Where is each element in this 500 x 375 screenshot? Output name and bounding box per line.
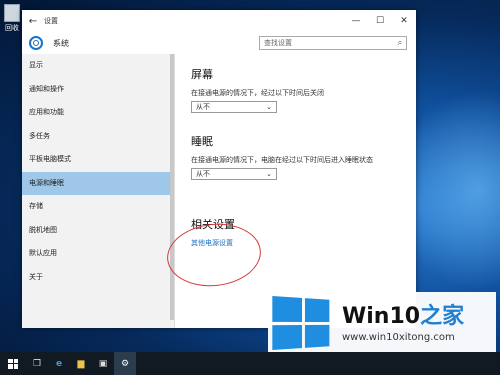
start-button[interactable] — [0, 352, 26, 375]
search-input[interactable]: 查找设置 ⌕ — [259, 36, 407, 50]
taskbar: ❐ e ▆ ▣ ⚙ — [0, 352, 500, 375]
window-title: 设置 — [44, 17, 58, 25]
page-title: 系统 — [53, 38, 69, 48]
recycle-bin-desktop-icon[interactable]: 回收 — [2, 4, 22, 33]
sidebar-item-power-sleep[interactable]: 电源和睡眠 — [22, 171, 174, 195]
sidebar-item-storage[interactable]: 存储 — [22, 195, 174, 219]
search-placeholder: 查找设置 — [264, 39, 292, 47]
file-explorer-icon[interactable]: ▆ — [70, 352, 92, 375]
main-content: 屏幕 在接通电源的情况下，经过以下时间后关闭 从不 ⌄ 睡眠 在接通电源的情况下… — [164, 54, 416, 328]
brand-url: www.win10xitong.com — [342, 331, 455, 343]
window-body: 显示 通知和操作 应用和功能 多任务 平板电脑模式 电源和睡眠 存储 脱机地图 … — [22, 54, 416, 328]
settings-window: ← 设置 — ☐ ✕ 系统 查找设置 ⌕ 显示 通知和操作 应用和功能 多任务 … — [22, 10, 416, 328]
sidebar-scrollbar[interactable] — [170, 54, 174, 320]
sidebar-item-multitasking[interactable]: 多任务 — [22, 125, 174, 149]
maximize-button[interactable]: ☐ — [368, 16, 392, 26]
sidebar-item-default-apps[interactable]: 默认应用 — [22, 242, 174, 266]
sleep-timeout-value: 从不 — [196, 170, 210, 178]
sidebar-item-tablet-mode[interactable]: 平板电脑模式 — [22, 148, 174, 172]
screen-timeout-value: 从不 — [196, 103, 210, 111]
sidebar-item-about[interactable]: 关于 — [22, 266, 174, 290]
edge-icon[interactable]: e — [48, 352, 70, 375]
task-view-icon[interactable]: ❐ — [26, 352, 48, 375]
sidebar-item-apps[interactable]: 应用和功能 — [22, 101, 174, 125]
chevron-down-icon: ⌄ — [266, 170, 272, 178]
recycle-bin-icon — [4, 4, 20, 22]
screen-description: 在接通电源的情况下，经过以下时间后关闭 — [191, 89, 324, 97]
title-bar: ← 设置 — ☐ ✕ — [22, 10, 416, 32]
sidebar-item-display[interactable]: 显示 — [22, 54, 174, 78]
sleep-timeout-dropdown[interactable]: 从不 ⌄ — [191, 168, 277, 180]
screen-section-title: 屏幕 — [191, 68, 213, 81]
sidebar: 显示 通知和操作 应用和功能 多任务 平板电脑模式 电源和睡眠 存储 脱机地图 … — [22, 54, 175, 328]
sidebar-item-notifications[interactable]: 通知和操作 — [22, 78, 174, 102]
page-header: 系统 查找设置 ⌕ — [22, 32, 416, 54]
brand-name: Win10之家 — [342, 303, 465, 329]
back-arrow-icon[interactable]: ← — [22, 16, 44, 27]
screen-timeout-dropdown[interactable]: 从不 ⌄ — [191, 101, 277, 113]
desktop-icon-label: 回收 — [5, 24, 19, 32]
watermark-logo: Win10之家 www.win10xitong.com — [268, 292, 496, 354]
close-button[interactable]: ✕ — [392, 16, 416, 26]
gear-icon — [29, 36, 43, 50]
sleep-description: 在接通电源的情况下，电脑在经过以下时间后进入睡眠状态 — [191, 156, 373, 164]
search-icon[interactable]: ⌕ — [394, 38, 406, 48]
windows-logo-icon — [272, 295, 330, 351]
sidebar-item-offline-maps[interactable]: 脱机地图 — [22, 219, 174, 243]
minimize-button[interactable]: — — [344, 16, 368, 26]
chevron-down-icon: ⌄ — [266, 103, 272, 111]
settings-icon[interactable]: ⚙ — [114, 352, 136, 375]
store-icon[interactable]: ▣ — [92, 352, 114, 375]
sleep-section-title: 睡眠 — [191, 135, 213, 148]
start-icon — [8, 358, 18, 369]
